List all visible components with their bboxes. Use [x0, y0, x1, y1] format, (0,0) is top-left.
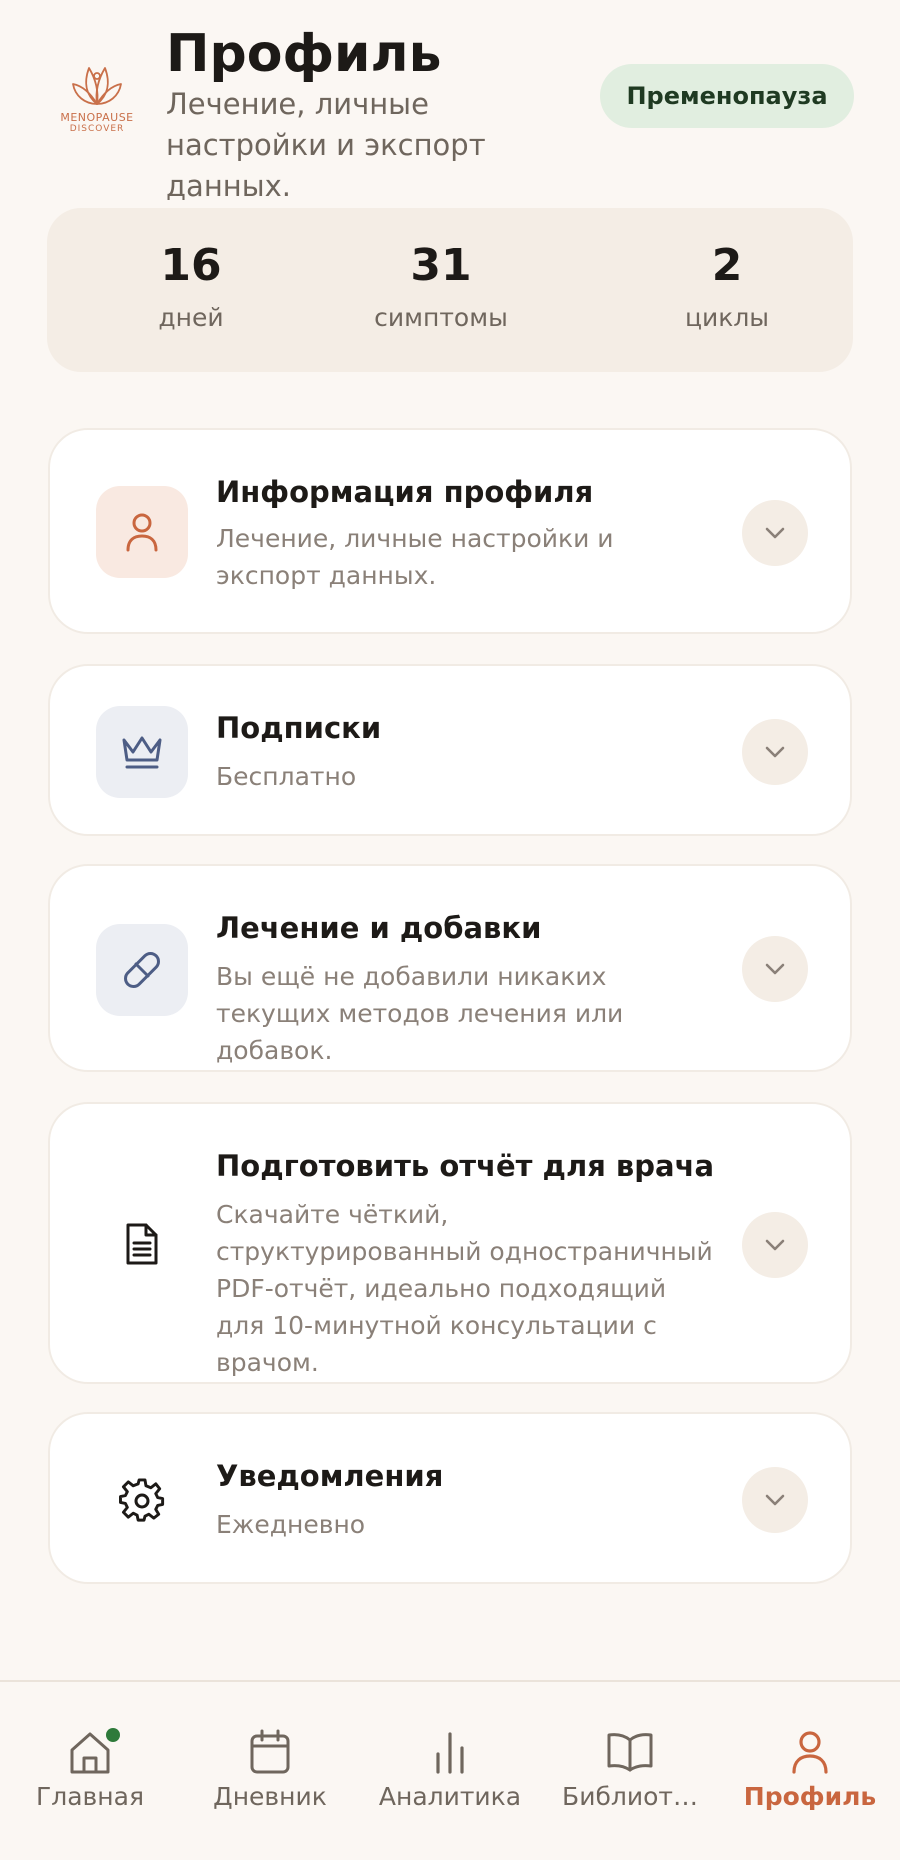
- document-icon: [96, 1198, 188, 1290]
- card-title: Уведомления: [216, 1459, 444, 1493]
- stat-value: 31: [410, 240, 472, 291]
- pill-icon: [96, 924, 188, 1016]
- nav-item-diary[interactable]: Дневник: [180, 1728, 360, 1814]
- stat-cycles: 2 циклы: [627, 238, 827, 336]
- nav-item-library[interactable]: Библиот…: [540, 1728, 720, 1814]
- bottom-nav: Главная Дневник Аналитика Библиот… Профи…: [0, 1680, 900, 1860]
- person-icon: [96, 486, 188, 578]
- stat-label: дней: [158, 303, 224, 332]
- notification-dot: [106, 1728, 120, 1742]
- card-subtitle: Скачайте чёткий, структурированный однос…: [216, 1200, 713, 1377]
- stat-value: 16: [160, 240, 222, 291]
- card-notifications[interactable]: Уведомления Ежедневно: [48, 1412, 852, 1584]
- card-subtitle: Лечение, личные настройки и экспорт данн…: [216, 524, 614, 590]
- chevron-down-icon[interactable]: [742, 936, 808, 1002]
- nav-item-profile[interactable]: Профиль: [720, 1728, 900, 1814]
- gear-icon: [96, 1454, 188, 1546]
- nav-label: Аналитика: [378, 1782, 522, 1811]
- logo-sub-text: DISCOVER: [69, 124, 125, 134]
- card-treatment[interactable]: Лечение и добавки Вы ещё не добавили ник…: [48, 864, 852, 1072]
- book-icon: [607, 1733, 653, 1772]
- card-title: Подготовить отчёт для врача: [216, 1149, 715, 1183]
- page-title: Профиль: [166, 24, 442, 84]
- stat-symptoms: 31 симптомы: [341, 238, 541, 336]
- card-title: Подписки: [216, 711, 382, 745]
- card-title: Информация профиля: [216, 475, 594, 509]
- card-subtitle: Бесплатно: [216, 762, 357, 791]
- nav-label: Профиль: [743, 1782, 877, 1811]
- nav-label: Библиот…: [562, 1782, 698, 1811]
- chevron-down-icon[interactable]: [742, 1212, 808, 1278]
- card-subtitle: Ежедневно: [216, 1510, 366, 1539]
- stats-panel: 16 дней 31 симптомы 2 циклы: [47, 208, 853, 372]
- profile-page: MENOPAUSE DISCOVER Профиль Лечение, личн…: [0, 0, 900, 1860]
- page-subtitle: Лечение, личные настройки и экспорт данн…: [166, 87, 486, 203]
- app-logo: MENOPAUSE DISCOVER: [52, 60, 142, 140]
- logo-brand-text: MENOPAUSE: [60, 111, 134, 124]
- card-title: Лечение и добавки: [216, 911, 542, 945]
- card-subtitle: Вы ещё не добавили никаких текущих метод…: [216, 962, 624, 1065]
- card-profile-info[interactable]: Информация профиля Лечение, личные настр…: [48, 428, 852, 634]
- person-icon: [792, 1731, 828, 1774]
- card-doctor-report[interactable]: Подготовить отчёт для врача Скачайте чёт…: [48, 1102, 852, 1384]
- stat-days: 16 дней: [91, 238, 291, 336]
- stat-label: циклы: [684, 303, 770, 332]
- stat-label: симптомы: [374, 303, 508, 332]
- chart-icon: [436, 1732, 464, 1774]
- calendar-icon: [250, 1729, 290, 1774]
- lotus-icon: [72, 67, 122, 105]
- nav-item-home[interactable]: Главная: [0, 1728, 180, 1814]
- nav-label: Дневник: [213, 1782, 327, 1811]
- chevron-down-icon[interactable]: [742, 719, 808, 785]
- nav-item-analytics[interactable]: Аналитика: [360, 1728, 540, 1814]
- nav-label: Главная: [36, 1782, 144, 1811]
- stage-badge[interactable]: Пременопауза: [600, 64, 854, 128]
- chevron-down-icon[interactable]: [742, 500, 808, 566]
- card-subscriptions[interactable]: Подписки Бесплатно: [48, 664, 852, 836]
- crown-icon: [96, 706, 188, 798]
- stat-value: 2: [711, 240, 743, 291]
- chevron-down-icon[interactable]: [742, 1467, 808, 1533]
